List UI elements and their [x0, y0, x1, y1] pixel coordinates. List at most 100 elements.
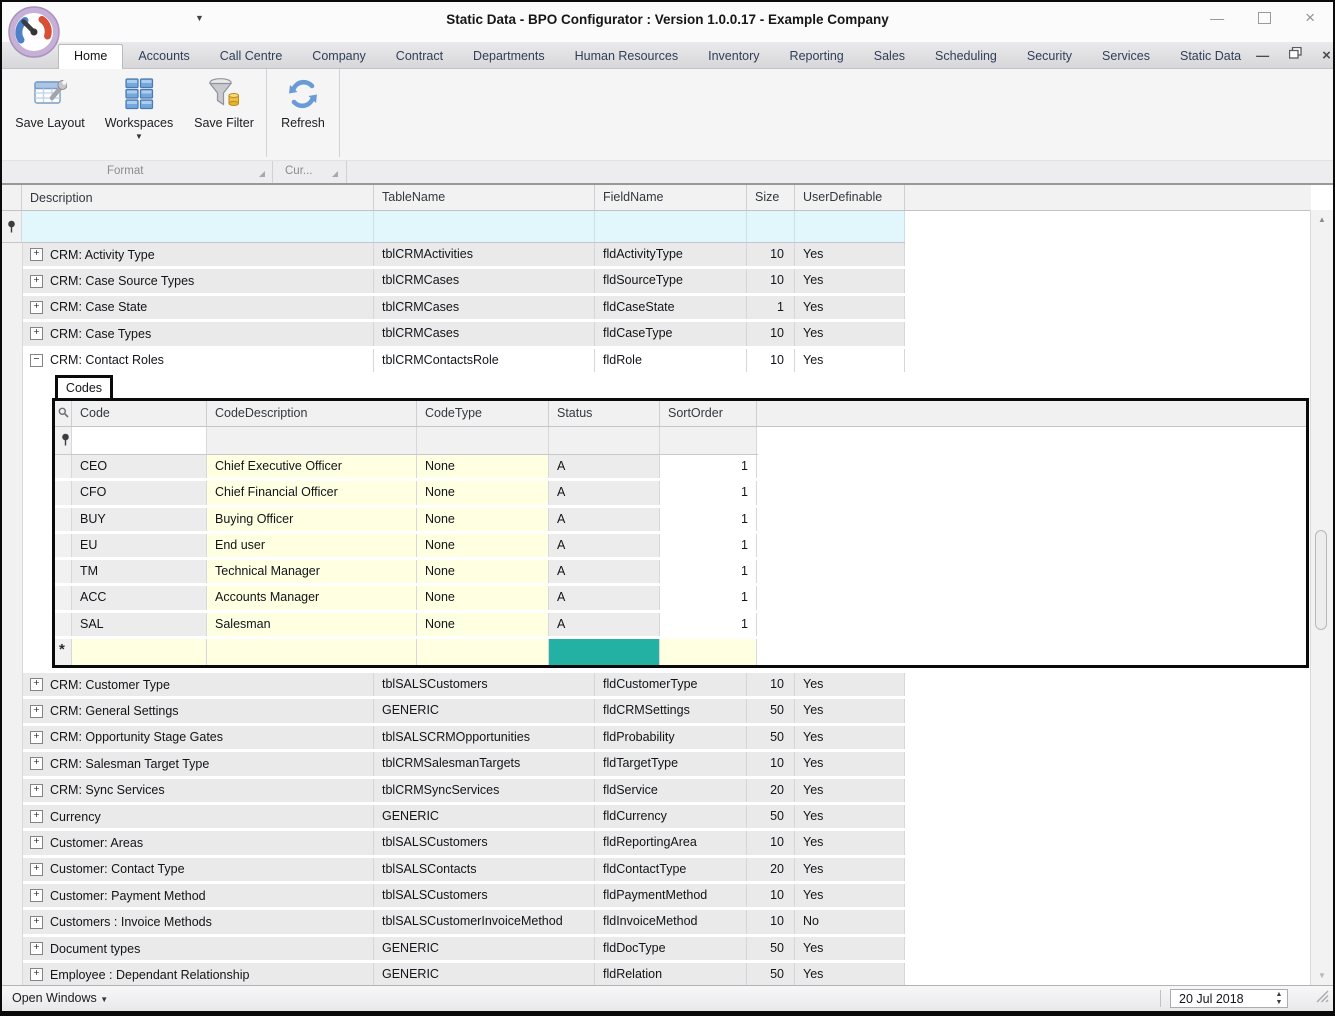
description-cell[interactable]: + Customer: Payment Method	[22, 884, 374, 907]
detail-column-header-status[interactable]: Status	[549, 401, 660, 426]
userdefinable-cell[interactable]: Yes	[795, 673, 905, 696]
description-cell[interactable]: + Document types	[22, 937, 374, 960]
tablename-cell[interactable]: GENERIC	[374, 963, 595, 985]
new-code-cell[interactable]	[72, 639, 207, 666]
detail-row[interactable]: ACC Accounts Manager None A 1	[55, 586, 758, 612]
date-editor[interactable]: 20 Jul 2018 ▲ ▼	[1170, 989, 1288, 1008]
filter-size-input[interactable]	[747, 211, 795, 242]
code-cell[interactable]: SAL	[72, 613, 207, 636]
tablename-cell[interactable]: tblCRMCases	[374, 322, 595, 345]
column-header-size[interactable]: Size	[747, 185, 795, 210]
description-cell[interactable]: + CRM: Case Source Types	[22, 269, 374, 292]
size-cell[interactable]: 50	[747, 699, 795, 722]
size-cell[interactable]: 50	[747, 963, 795, 985]
ribbon-tab[interactable]: Accounts	[123, 45, 204, 68]
save-layout-button[interactable]: Save Layout	[7, 69, 93, 160]
collapse-icon[interactable]: −	[30, 354, 43, 367]
codetype-cell[interactable]: None	[417, 534, 549, 557]
detail-new-row[interactable]: *	[55, 639, 758, 666]
vertical-scrollbar[interactable]: ▲ ▼	[1310, 210, 1333, 985]
status-cell[interactable]: A	[549, 481, 660, 504]
filter-userdefinable-input[interactable]	[795, 211, 905, 242]
fieldname-cell[interactable]: fldRole	[595, 349, 747, 372]
detail-column-header-codedescription[interactable]: CodeDescription	[207, 401, 417, 426]
fieldname-cell[interactable]: fldCustomerType	[595, 673, 747, 696]
tablename-cell[interactable]: tblCRMCases	[374, 269, 595, 292]
size-cell[interactable]: 50	[747, 726, 795, 749]
status-cell[interactable]: A	[549, 508, 660, 531]
description-cell[interactable]: + CRM: Salesman Target Type	[22, 752, 374, 775]
userdefinable-cell[interactable]: Yes	[795, 699, 905, 722]
fieldname-cell[interactable]: fldCRMSettings	[595, 699, 747, 722]
fieldname-cell[interactable]: fldContactType	[595, 858, 747, 881]
code-cell[interactable]: CEO	[72, 455, 207, 478]
userdefinable-cell[interactable]: Yes	[795, 805, 905, 828]
expand-icon[interactable]: +	[30, 889, 43, 902]
description-cell[interactable]: + Employee : Dependant Relationship	[22, 963, 374, 985]
fieldname-cell[interactable]: fldProbability	[595, 726, 747, 749]
detail-column-header-code[interactable]: Code	[72, 401, 207, 426]
expand-icon[interactable]: +	[30, 968, 43, 981]
description-cell[interactable]: + CRM: Case State	[22, 296, 374, 319]
size-cell[interactable]: 1	[747, 296, 795, 319]
fieldname-cell[interactable]: fldCurrency	[595, 805, 747, 828]
expand-icon[interactable]: +	[30, 942, 43, 955]
status-cell[interactable]: A	[549, 613, 660, 636]
detail-filter-codetype-input[interactable]	[417, 427, 549, 454]
userdefinable-cell[interactable]: Yes	[795, 884, 905, 907]
table-row[interactable]: + Currency GENERIC fldCurrency 50 Yes	[2, 805, 905, 831]
codedescription-cell[interactable]: Accounts Manager	[207, 586, 417, 609]
description-cell[interactable]: + CRM: Sync Services	[22, 779, 374, 802]
detail-row[interactable]: SAL Salesman None A 1	[55, 613, 758, 639]
table-row[interactable]: + CRM: Case Source Types tblCRMCases fld…	[2, 269, 905, 295]
fieldname-cell[interactable]: fldCaseState	[595, 296, 747, 319]
code-cell[interactable]: EU	[72, 534, 207, 557]
tablename-cell[interactable]: tblSALSCustomers	[374, 831, 595, 854]
scrollbar-thumb[interactable]	[1315, 530, 1327, 630]
detail-row[interactable]: BUY Buying Officer None A 1	[55, 508, 758, 534]
userdefinable-cell[interactable]: Yes	[795, 858, 905, 881]
ribbon-tab[interactable]: Human Resources	[560, 45, 694, 68]
size-cell[interactable]: 50	[747, 805, 795, 828]
detail-search-icon[interactable]	[55, 401, 72, 426]
filter-tablename-input[interactable]	[374, 211, 595, 242]
expand-icon[interactable]: +	[30, 757, 43, 770]
fieldname-cell[interactable]: fldSourceType	[595, 269, 747, 292]
status-cell[interactable]: A	[549, 534, 660, 557]
description-cell[interactable]: + Currency	[22, 805, 374, 828]
code-cell[interactable]: BUY	[72, 508, 207, 531]
mdi-close-icon[interactable]: ×	[1322, 47, 1331, 64]
ribbon-tab[interactable]: Reporting	[775, 45, 859, 68]
fieldname-cell[interactable]: fldPaymentMethod	[595, 884, 747, 907]
codetype-cell[interactable]: None	[417, 481, 549, 504]
detail-filter-sortorder-input[interactable]	[660, 427, 757, 454]
ribbon-tab[interactable]: Services	[1087, 45, 1165, 68]
fieldname-cell[interactable]: fldReportingArea	[595, 831, 747, 854]
format-dialog-launcher-icon[interactable]	[259, 171, 265, 177]
codedescription-cell[interactable]: End user	[207, 534, 417, 557]
table-row[interactable]: + Customer: Payment Method tblSALSCustom…	[2, 884, 905, 910]
status-cell[interactable]: A	[549, 560, 660, 583]
date-value[interactable]: 20 Jul 2018	[1171, 992, 1271, 1006]
column-header-tablename[interactable]: TableName	[374, 185, 595, 210]
size-cell[interactable]: 10	[747, 673, 795, 696]
table-row[interactable]: + CRM: Sync Services tblCRMSyncServices …	[2, 779, 905, 805]
expand-icon[interactable]: +	[30, 836, 43, 849]
detail-row[interactable]: CEO Chief Executive Officer None A 1	[55, 455, 758, 481]
column-header-userdefinable[interactable]: UserDefinable	[795, 185, 905, 210]
userdefinable-cell[interactable]: Yes	[795, 752, 905, 775]
detail-tab-codes[interactable]: Codes	[55, 375, 113, 401]
size-cell[interactable]: 20	[747, 858, 795, 881]
fieldname-cell[interactable]: fldService	[595, 779, 747, 802]
fieldname-cell[interactable]: fldActivityType	[595, 243, 747, 266]
table-row[interactable]: + CRM: Opportunity Stage Gates tblSALSCR…	[2, 726, 905, 752]
workspaces-button[interactable]: Workspaces ▼	[93, 69, 185, 160]
maximize-icon[interactable]	[1258, 12, 1271, 24]
expand-icon[interactable]: +	[30, 916, 43, 929]
codedescription-cell[interactable]: Salesman	[207, 613, 417, 636]
codetype-cell[interactable]: None	[417, 586, 549, 609]
table-row[interactable]: + CRM: Salesman Target Type tblCRMSalesm…	[2, 752, 905, 778]
detail-column-header-sortorder[interactable]: SortOrder	[660, 401, 757, 426]
size-cell[interactable]: 20	[747, 779, 795, 802]
tablename-cell[interactable]: tblCRMCases	[374, 296, 595, 319]
